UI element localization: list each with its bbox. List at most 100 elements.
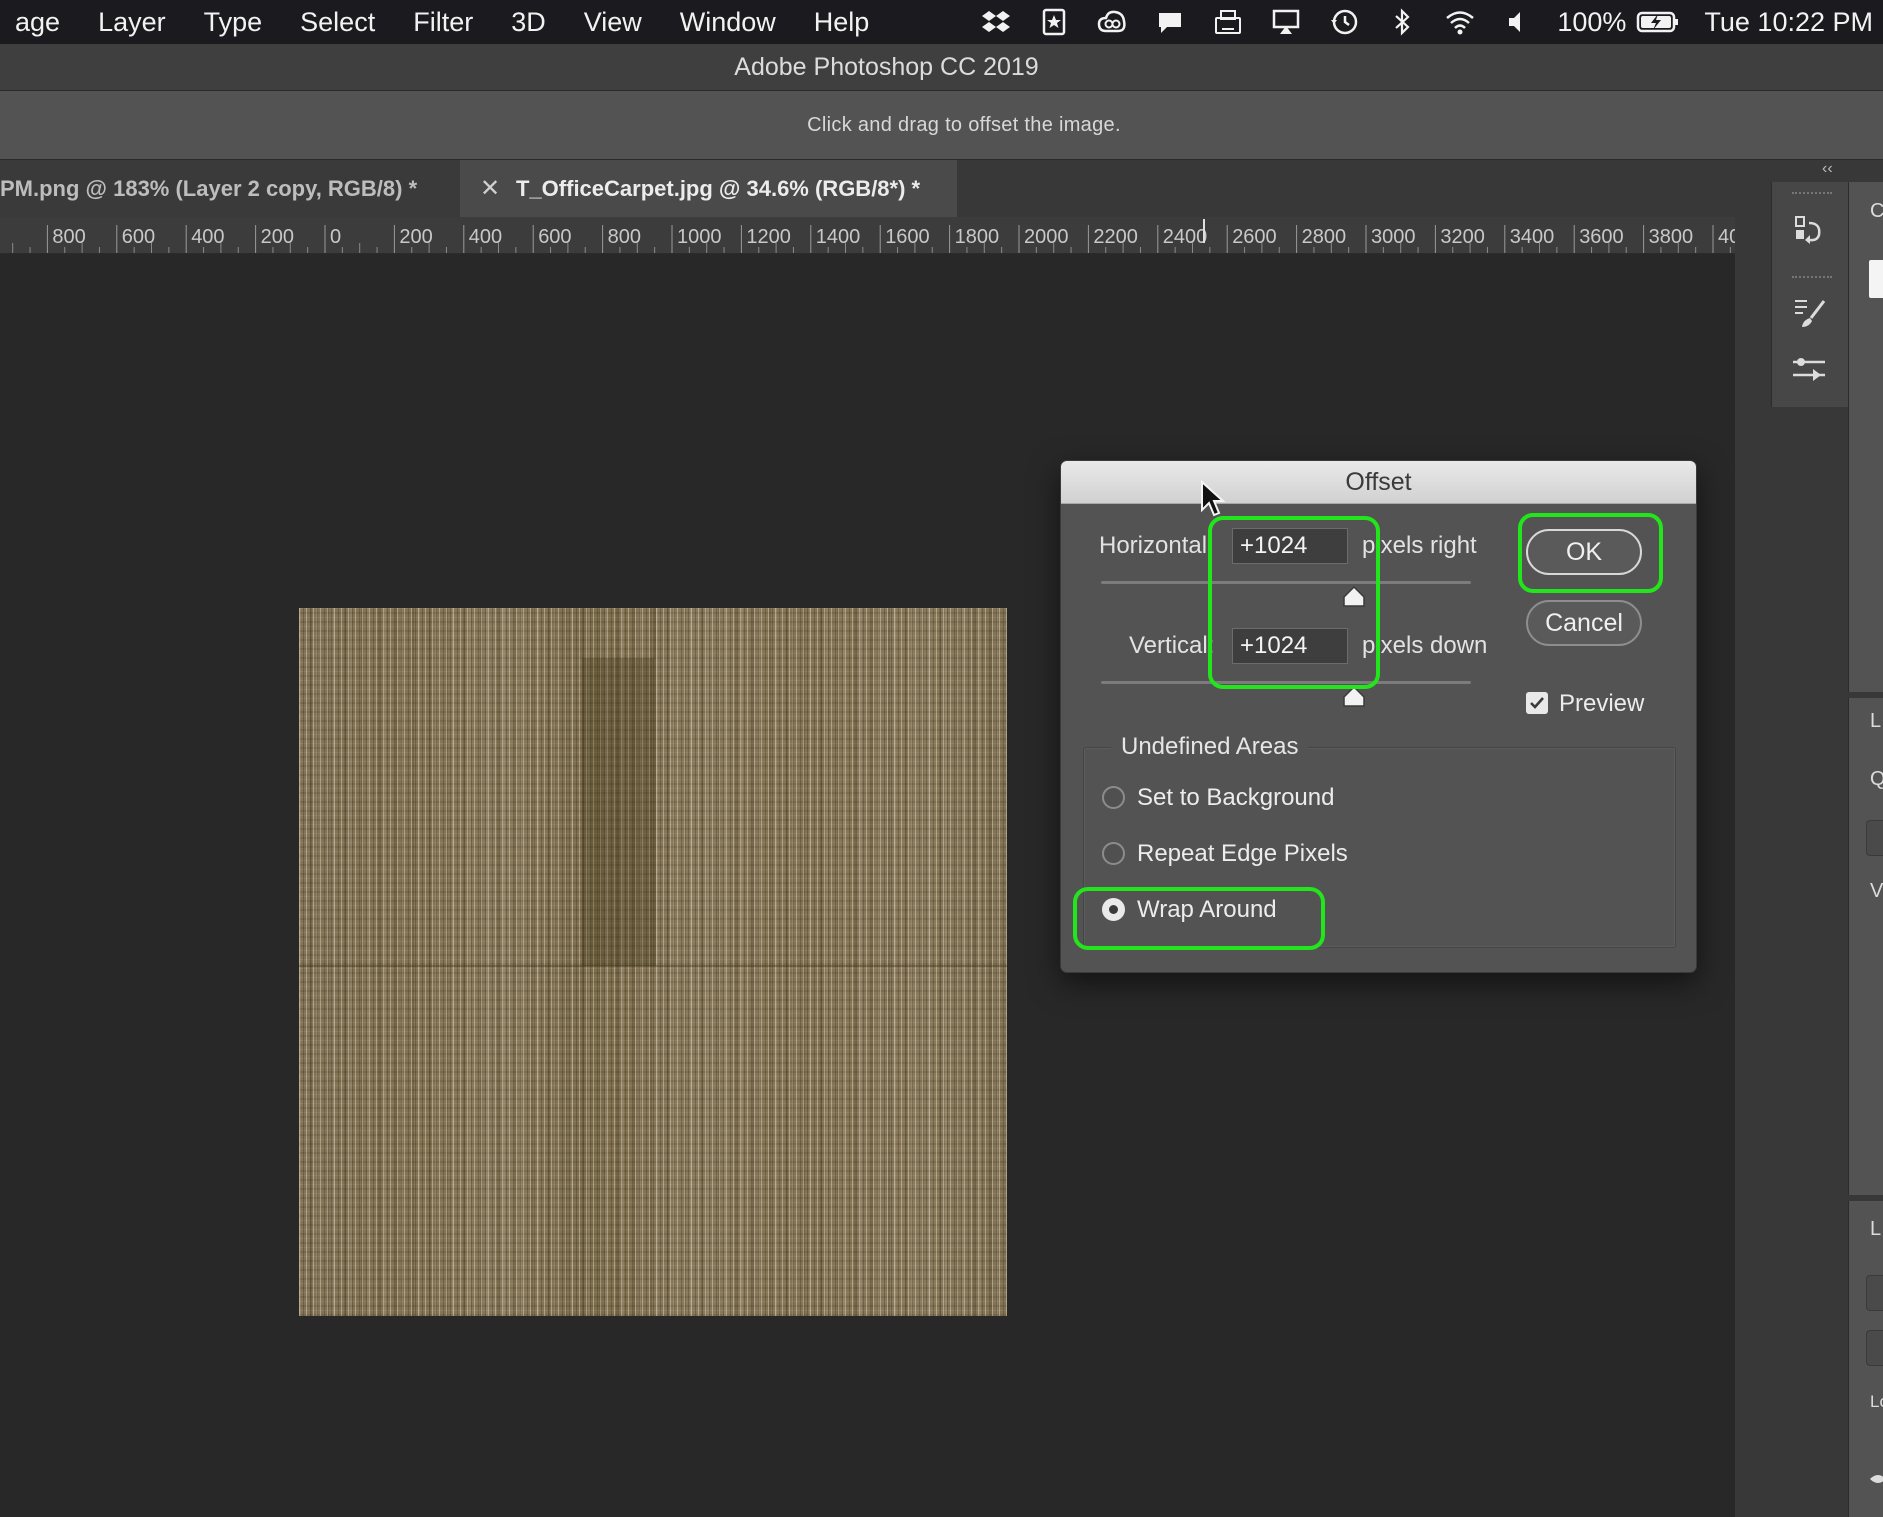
ruler-label: 400 xyxy=(191,226,224,248)
menu-select[interactable]: Select xyxy=(281,7,394,38)
preview-label[interactable]: Preview xyxy=(1559,690,1644,718)
texture-seam-vertical xyxy=(654,608,656,966)
dialog-title-bar[interactable]: Offset xyxy=(1061,461,1696,504)
vertical-label: Vertical: xyxy=(1129,632,1215,659)
wrap-around-label[interactable]: Wrap Around xyxy=(1137,896,1277,924)
repeat-edge-pixels-label[interactable]: Repeat Edge Pixels xyxy=(1137,840,1348,868)
app-menu: age Layer Type Select Filter 3D View Win… xyxy=(0,0,888,44)
wifi-icon[interactable] xyxy=(1445,7,1475,37)
ruler-label: 2000 xyxy=(1024,226,1069,248)
ruler-label: 3400 xyxy=(1510,226,1555,248)
panel-grip[interactable] xyxy=(1792,192,1832,198)
panel-separator xyxy=(1848,1195,1883,1201)
eye-icon[interactable] xyxy=(1870,1470,1883,1493)
status-area: 100% Tue 10:22 PM xyxy=(967,0,1883,44)
panel-field[interactable] xyxy=(1866,1330,1883,1366)
menu-window[interactable]: Window xyxy=(661,7,795,38)
preview-checkbox[interactable] xyxy=(1526,692,1548,714)
panel-separator xyxy=(1848,692,1883,698)
ruler-label: 2800 xyxy=(1302,226,1347,248)
radio-set-to-background[interactable] xyxy=(1102,786,1125,809)
tab-office-carpet[interactable]: ✕ T_OfficeCarpet.jpg @ 34.6% (RGB/8*) * xyxy=(460,160,957,217)
panel-grip[interactable] xyxy=(1792,276,1832,282)
panel-field-label: V xyxy=(1870,880,1883,902)
ruler-label: 1800 xyxy=(955,226,1000,248)
macos-menu-bar: age Layer Type Select Filter 3D View Win… xyxy=(0,0,1883,44)
battery-charging-icon[interactable] xyxy=(1636,7,1680,37)
ruler-label: 600 xyxy=(538,226,571,248)
ruler-ticks: 0 800 600 400 2000 200 400 600 800 1000 1200 1400 16… xyxy=(12,219,1735,253)
ruler-label: 1000 xyxy=(677,226,722,248)
horizontal-slider-track[interactable] xyxy=(1101,581,1471,584)
vertical-offset-input[interactable] xyxy=(1232,628,1348,664)
cancel-button-label: Cancel xyxy=(1545,608,1623,637)
vertical-slider-thumb[interactable] xyxy=(1342,685,1366,709)
menu-filter[interactable]: Filter xyxy=(394,7,492,38)
horizontal-unit-label: pixels right xyxy=(1362,532,1477,559)
airplay-icon[interactable] xyxy=(1271,7,1301,37)
horizontal-offset-input[interactable] xyxy=(1232,528,1348,564)
radio-selected-dot xyxy=(1109,905,1118,914)
vertical-slider-track[interactable] xyxy=(1101,681,1471,684)
history-icon[interactable] xyxy=(1786,208,1832,254)
cancel-button[interactable]: Cancel xyxy=(1526,600,1642,646)
time-machine-icon[interactable] xyxy=(1329,7,1359,37)
menu-type[interactable]: Type xyxy=(185,7,282,38)
battery-percent: 100% xyxy=(1557,6,1627,37)
radio-wrap-around[interactable] xyxy=(1102,898,1125,921)
panel-field[interactable] xyxy=(1866,820,1883,856)
ruler-label: 0 xyxy=(330,226,341,248)
adjustments-icon[interactable] xyxy=(1786,346,1832,392)
texture-dark-patch xyxy=(582,658,654,966)
ruler-label: 600 xyxy=(122,226,155,248)
ruler-label: 2400 xyxy=(1163,226,1208,248)
mouse-cursor-icon xyxy=(1201,480,1226,517)
brush-settings-icon[interactable] xyxy=(1786,290,1832,336)
panel-tab-label[interactable]: L xyxy=(1870,1218,1881,1241)
panel-tab-label[interactable]: L xyxy=(1870,710,1881,733)
screen-share-icon[interactable] xyxy=(1213,7,1243,37)
dialog-title: Offset xyxy=(1345,467,1412,496)
color-swatch[interactable] xyxy=(1869,260,1883,298)
carpet-texture-image[interactable] xyxy=(299,608,1007,1316)
bluetooth-icon[interactable] xyxy=(1387,7,1417,37)
bookmark-star-icon[interactable] xyxy=(1039,7,1069,37)
tool-options-bar: Click and drag to offset the image. xyxy=(0,91,1883,160)
menu-help[interactable]: Help xyxy=(795,7,889,38)
ruler-label: 3200 xyxy=(1440,226,1485,248)
horizontal-ruler[interactable]: 0 800 600 400 2000 200 400 600 800 1000 1200 1400 16… xyxy=(0,217,1735,254)
set-to-background-label[interactable]: Set to Background xyxy=(1137,784,1334,812)
panel-lock-label: Lo xyxy=(1870,1392,1883,1411)
menu-view[interactable]: View xyxy=(565,7,661,38)
ruler-label: 2600 xyxy=(1232,226,1277,248)
dropbox-icon[interactable] xyxy=(981,7,1011,37)
tab-label: T_OfficeCarpet.jpg @ 34.6% (RGB/8*) * xyxy=(516,175,921,201)
tab-document-png[interactable]: PM.png @ 183% (Layer 2 copy, RGB/8) * xyxy=(0,160,463,217)
panel-tab-label[interactable]: C xyxy=(1870,200,1883,223)
ruler-label: 1600 xyxy=(885,226,930,248)
ruler-label: 800 xyxy=(608,226,641,248)
menu-image[interactable]: age xyxy=(0,7,79,38)
radio-repeat-edge-pixels[interactable] xyxy=(1102,842,1125,865)
ruler-label: 400 xyxy=(469,226,502,248)
tab-label: PM.png @ 183% (Layer 2 copy, RGB/8) * xyxy=(0,175,418,201)
menu-clock[interactable]: Tue 10:22 PM xyxy=(1704,7,1873,38)
close-icon[interactable]: ✕ xyxy=(478,174,502,203)
creative-cloud-icon[interactable] xyxy=(1097,7,1127,37)
undefined-areas-title: Undefined Areas xyxy=(1111,733,1309,761)
texture-seam-horizontal xyxy=(299,965,1007,967)
ruler-label: 200 xyxy=(399,226,432,248)
checkmark-icon xyxy=(1530,697,1544,709)
volume-icon[interactable] xyxy=(1503,7,1533,37)
ruler-label: 1200 xyxy=(746,226,791,248)
app-title: Adobe Photoshop CC 2019 xyxy=(734,52,1039,81)
menu-layer[interactable]: Layer xyxy=(79,7,185,38)
horizontal-slider-thumb[interactable] xyxy=(1342,585,1366,609)
menu-3d[interactable]: 3D xyxy=(492,7,565,38)
collapse-panels-icon[interactable]: ‹‹ xyxy=(1822,160,1842,180)
notification-icon[interactable] xyxy=(1155,7,1185,37)
panel-field[interactable] xyxy=(1866,1275,1883,1311)
ok-button[interactable]: OK xyxy=(1526,529,1642,575)
ruler-label: 2200 xyxy=(1093,226,1138,248)
ruler-label: 3600 xyxy=(1579,226,1624,248)
